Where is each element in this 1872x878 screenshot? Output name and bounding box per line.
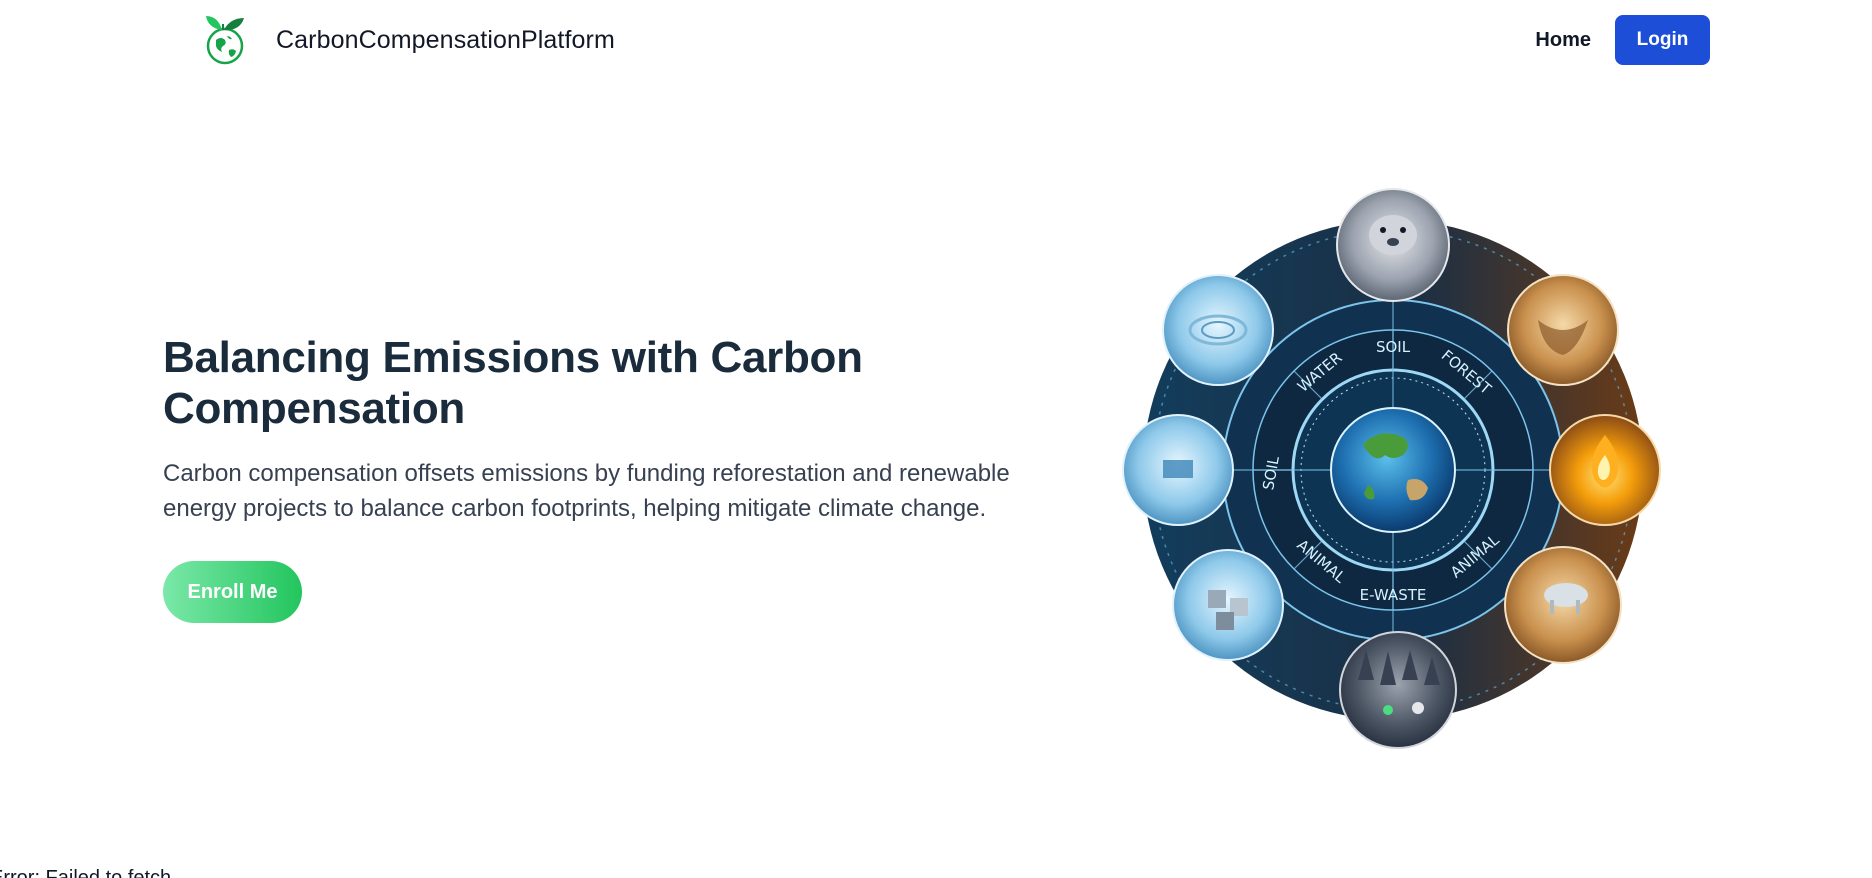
nav-home-link[interactable]: Home — [1531, 23, 1595, 58]
navbar: CarbonCompensationPlatform Home Login — [0, 0, 1872, 80]
nav-menu: Home Login — [1531, 14, 1710, 66]
hero-illustration: SOIL FOREST WATER SOIL ANIMAL E-WASTE AN… — [1118, 180, 1668, 760]
login-button[interactable]: Login — [1615, 15, 1710, 65]
brand[interactable]: CarbonCompensationPlatform — [194, 14, 615, 66]
hero-section: Balancing Emissions with Carbon Compensa… — [163, 332, 1043, 526]
svg-text:E-WASTE: E-WASTE — [1360, 586, 1427, 604]
brand-name: CarbonCompensationPlatform — [276, 25, 615, 54]
hero-description: Carbon compensation offsets emissions by… — [163, 460, 1010, 522]
enroll-button[interactable]: Enroll Me — [163, 561, 302, 623]
hero-title: Balancing Emissions with Carbon Compensa… — [163, 333, 863, 433]
error-message: Error: Failed to fetch — [0, 867, 172, 878]
leaf-globe-icon — [194, 14, 250, 66]
page: CarbonCompensationPlatform Home Login Ba… — [0, 0, 1872, 878]
svg-text:SOIL: SOIL — [1376, 338, 1411, 356]
